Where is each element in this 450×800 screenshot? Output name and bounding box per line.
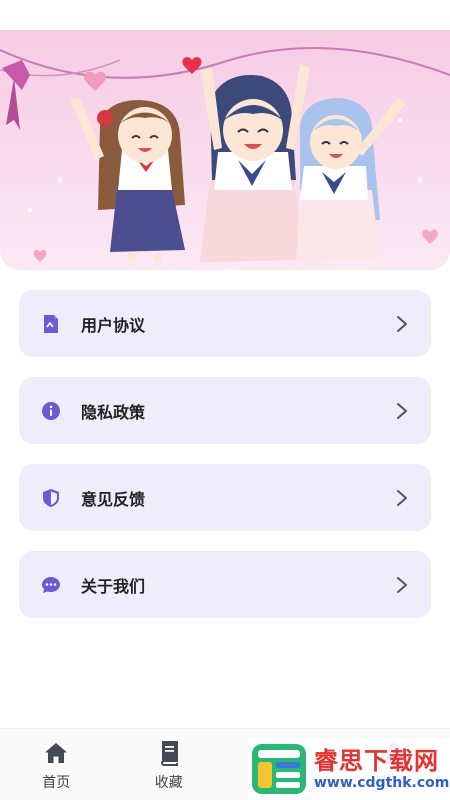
watermark-title: 睿思下载网 [314, 747, 439, 775]
tab-label: 首页 [42, 775, 71, 791]
book-icon [156, 740, 182, 766]
menu-item-label: 关于我们 [81, 576, 146, 596]
banner-image [0, 30, 450, 270]
menu-item-privacy-policy[interactable]: 隐私政策 [19, 377, 431, 444]
shield-icon [41, 488, 61, 508]
tab-label: 收藏 [154, 775, 183, 791]
tab-favorites[interactable]: 收藏 [113, 729, 226, 800]
menu-item-feedback[interactable]: 意见反馈 [19, 464, 431, 531]
tab-home[interactable]: 首页 [0, 729, 113, 800]
watermark-logo-icon [250, 740, 308, 798]
chevron-right-icon [395, 575, 409, 595]
watermark-url: www.cdgthk.com [314, 775, 450, 791]
chevron-right-icon [395, 401, 409, 421]
chevron-right-icon [395, 488, 409, 508]
menu-item-about-us[interactable]: 关于我们 [19, 551, 431, 618]
watermark: 睿思下载网 www.cdgthk.com [248, 738, 450, 800]
settings-menu: 用户协议 隐私政策 意见反馈 关于我们 [19, 290, 431, 638]
home-icon [43, 740, 69, 766]
menu-item-label: 隐私政策 [81, 402, 146, 422]
menu-item-user-agreement[interactable]: 用户协议 [19, 290, 431, 357]
info-icon [41, 401, 61, 421]
chevron-right-icon [395, 314, 409, 334]
document-icon [41, 314, 61, 334]
menu-item-label: 用户协议 [81, 315, 146, 335]
menu-item-label: 意见反馈 [81, 489, 146, 509]
chat-icon [41, 575, 61, 595]
